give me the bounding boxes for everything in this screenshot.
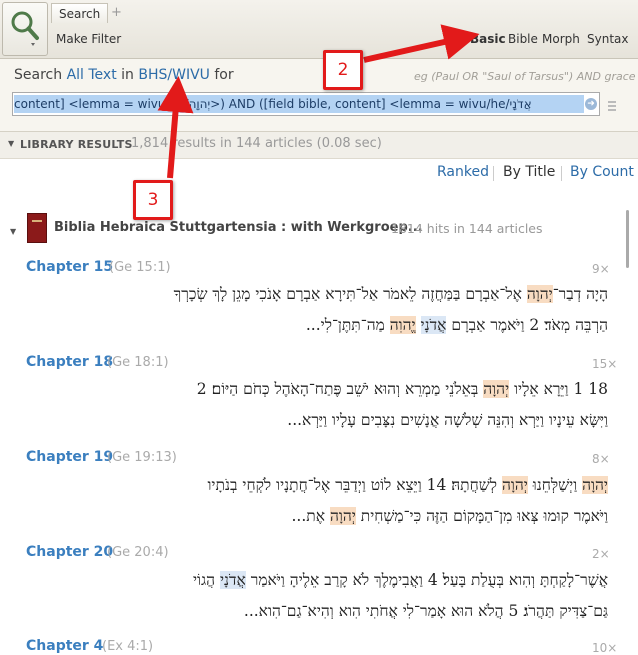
sort-by-count[interactable]: By Count — [570, 164, 634, 180]
result-text-line[interactable]: יְהוָה וַיְשַׁלְּחֵנוּ יְהוָה לְשַׁחֲתָה… — [24, 474, 608, 496]
chapter-link[interactable]: Chapter 20 — [26, 544, 113, 560]
chapter-link[interactable]: Chapter 4 — [26, 638, 103, 654]
results-label: LIBRARY RESULTS — [20, 138, 133, 151]
chapter-hit-count: 10× — [592, 641, 618, 655]
highlight-adonai: אֲדֹנָי — [420, 316, 447, 334]
result-text-line[interactable]: אֲשֶׁר־לָקַחְתָּ וְהִוא בְּעֻלַת בָּעַל׃… — [24, 569, 608, 591]
book-hit-count: 1814 hits in 144 articles — [391, 221, 543, 236]
panel-toolbar: Search + Make Filter Basic Bible Morph S… — [0, 0, 638, 59]
chapter-hit-count: 2× — [592, 547, 610, 561]
resource-dropdown[interactable]: BHS/WIVU — [138, 67, 210, 83]
text-segment: וַיְשַׁלְּחֵנוּ — [527, 476, 583, 494]
library-results-header[interactable]: ▼ LIBRARY RESULTS 1,814 results in 144 a… — [0, 132, 638, 159]
search-scope-line: Search All Text in BHS/WIVU for — [14, 67, 234, 83]
chapter-reference: (Ge 19:13) — [107, 450, 177, 465]
search-panel: Search All Text in BHS/WIVU for eg (Paul… — [0, 59, 638, 132]
mode-syntax-tab[interactable]: Syntax — [587, 32, 628, 46]
highlight-yhwh: יְהוָה — [329, 507, 356, 525]
in-label: in — [121, 67, 134, 83]
result-text-line[interactable]: 18 1 וַיֵּרָא אֵלָיו יְהוָה בְּאֵלֹנֵי מ… — [24, 378, 608, 400]
text-segment: גַּם־צַדִּיק תַּהֲרֹג׃ 5 הֲלֹא הוּא אָמַ… — [243, 602, 608, 620]
text-segment: הֲגוֹי — [192, 571, 220, 589]
scope-dropdown[interactable]: All Text — [67, 67, 117, 83]
panel-menu-icon[interactable] — [607, 99, 617, 113]
callout-3: 3 — [133, 180, 173, 220]
result-text-line[interactable]: וַיִּשָּׂא עֵינָיו וַיַּרְא וְהִנֵּה שְׁ… — [24, 409, 608, 431]
text-segment: 18 1 וַיֵּרָא אֵלָיו — [509, 380, 608, 398]
chapter-reference: (Ge 15:1) — [109, 260, 171, 275]
result-text-line[interactable]: הַרְבֵּה מְאֹד׃ 2 וַיֹּאמֶר אַבְרָם אֲדֹ… — [24, 314, 608, 336]
chapter-reference: (Ge 20:4) — [107, 545, 169, 560]
chapter-link[interactable]: Chapter 18 — [26, 354, 113, 370]
scrollbar-thumb[interactable] — [626, 210, 629, 268]
highlight-yhwh: יְהוָה — [483, 380, 510, 398]
result-text-line[interactable]: וַיֹּאמֶר קוּמוּ צְּאוּ מִן־הַמָּקוֹם הַ… — [24, 505, 608, 527]
results-summary: 1,814 results in 144 articles (0.08 sec) — [131, 136, 382, 151]
sort-by-title[interactable]: By Title — [503, 164, 555, 180]
chapter-hit-count: 9× — [592, 262, 610, 276]
book-cover-icon — [27, 213, 47, 243]
search-prefix: Search — [14, 67, 63, 83]
search-query-text[interactable]: content] <lemma = wivu/he/יְהוָה>) AND (… — [14, 95, 584, 113]
mode-basic-tab[interactable]: Basic — [470, 32, 506, 46]
collapse-caret-icon[interactable]: ▼ — [8, 139, 14, 148]
highlight-yhwh: יְהוָה — [526, 285, 553, 303]
text-segment: אֲשֶׁר־לָקַחְתָּ וְהִוא בְּעֻלַת בָּעַל׃… — [245, 571, 608, 589]
mode-bible-tab[interactable]: Bible — [508, 32, 538, 46]
highlight-yhwh: יֱהוִה — [389, 316, 416, 334]
result-text-line[interactable]: הָיָה דְבַר־יְהוָה אֶל־אַבְרָם בַּמַּחֲז… — [24, 283, 608, 305]
tab-search[interactable]: Search — [51, 3, 108, 23]
sort-ranked[interactable]: Ranked — [437, 164, 489, 180]
add-tab-button[interactable]: + — [111, 3, 122, 23]
search-panel-icon[interactable] — [2, 2, 48, 56]
book-collapse-caret-icon[interactable]: ▼ — [10, 227, 16, 236]
text-segment: מַה־תִּתֶּן־לִי... — [305, 316, 390, 334]
text-segment: וַיִּשָּׂא עֵינָיו וַיַּרְא וְהִנֵּה שְׁ… — [287, 411, 608, 429]
search-input[interactable]: content] <lemma = wivu/he/יְהוָה>) AND (… — [12, 92, 600, 116]
highlight-adonai: אֲדֹנָי — [219, 571, 246, 589]
text-segment: הַרְבֵּה מְאֹד׃ 2 וַיֹּאמֶר אַבְרָם — [446, 316, 608, 334]
chapter-reference: (Ge 18:1) — [107, 355, 169, 370]
sort-divider — [493, 166, 494, 181]
for-label: for — [214, 67, 234, 83]
text-segment: הָיָה דְבַר־ — [552, 285, 608, 303]
text-segment — [416, 316, 421, 334]
text-segment: וַיֹּאמֶר קוּמוּ צְּאוּ מִן־הַמָּקוֹם הַ… — [355, 507, 608, 525]
sort-divider — [561, 166, 562, 181]
chapter-reference: (Ex 4:1) — [102, 639, 154, 654]
chapter-hit-count: 8× — [592, 452, 610, 466]
make-filter-button[interactable]: Make Filter — [56, 32, 121, 46]
result-text-line[interactable]: גַּם־צַדִּיק תַּהֲרֹג׃ 5 הֲלֹא הוּא אָמַ… — [24, 600, 608, 622]
highlight-yhwh: יְהוָה — [582, 476, 608, 494]
go-arrow-icon[interactable]: ➜ — [585, 98, 597, 110]
callout-2: 2 — [323, 50, 363, 90]
chapter-link[interactable]: Chapter 15 — [26, 259, 113, 275]
text-segment: אֶת... — [291, 507, 330, 525]
book-title[interactable]: Biblia Hebraica Stuttgartensia : with We… — [54, 220, 423, 235]
search-example-hint: eg (Paul OR "Saul of Tarsus") AND grace — [414, 70, 636, 83]
mode-morph-tab[interactable]: Morph — [542, 32, 580, 46]
text-segment: אֶל־אַבְרָם בַּמַּחֲזֶה לֵאמֹר אַל־תִּיר… — [173, 285, 527, 303]
text-segment: בְּאֵלֹנֵי מַמְרֵא וְהוּא יֹשֵׁב פֶּתַח־… — [196, 380, 484, 398]
chapter-hit-count: 15× — [592, 357, 618, 371]
chapter-link[interactable]: Chapter 19 — [26, 449, 113, 465]
highlight-yhwh: יְהוָה — [501, 476, 528, 494]
text-segment: לְשַׁחֲתָהּ׃ 14 וַיֵּצֵא לוֹט וַיְדַבֵּר… — [207, 476, 502, 494]
